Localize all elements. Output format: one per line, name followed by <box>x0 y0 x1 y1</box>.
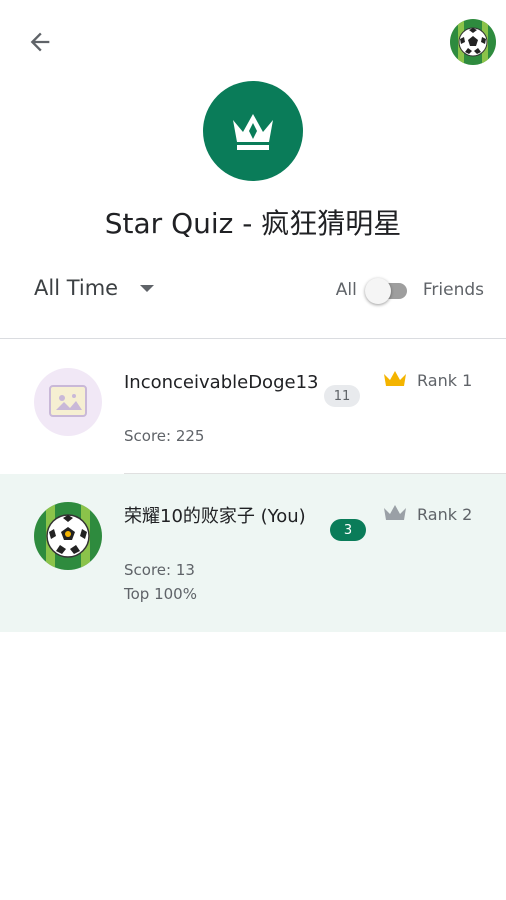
player-name-you: 荣耀10的败家子 (You) <box>124 506 306 527</box>
soccer-ball-avatar <box>34 502 102 570</box>
level-badge: 3 <box>330 519 366 541</box>
back-button[interactable] <box>22 24 58 60</box>
page-title: Star Quiz - 疯狂猜明星 <box>104 207 402 240</box>
soccer-ball-icon <box>34 502 102 570</box>
player-score: Score: 225 <box>124 427 205 445</box>
player-top-percent: Top 100% <box>124 585 197 603</box>
toggle-label-friends: Friends <box>422 280 484 300</box>
toggle-label-all: All <box>335 280 357 300</box>
player-name: InconceivableDoge13 <box>124 372 319 393</box>
silver-crown-icon <box>384 505 406 520</box>
crown-icon <box>233 114 273 150</box>
leaderboard-row[interactable]: InconceivableDoge13 Score: 225 11 Rank 1 <box>0 340 506 473</box>
rank-indicator: Rank 1 <box>383 370 472 390</box>
soccer-ball-avatar-icon <box>450 19 496 65</box>
leaderboard-header-icon <box>203 81 303 181</box>
time-range-dropdown[interactable]: All Time <box>34 276 155 300</box>
profile-avatar-button[interactable] <box>450 19 496 65</box>
all-friends-switch[interactable] <box>364 276 409 304</box>
divider <box>0 338 506 339</box>
player-score: Score: 13 <box>124 561 195 579</box>
level-badge: 11 <box>324 385 360 407</box>
doge-avatar-icon <box>49 385 87 417</box>
dropdown-arrow-icon <box>140 284 155 292</box>
arrow-back-icon <box>30 32 50 52</box>
switch-thumb <box>364 278 391 304</box>
friends-filter-toggle-group: All Friends <box>336 276 484 304</box>
leaderboard-row-you[interactable]: 荣耀10的败家子 (You) Score: 13 Top 100% 3 Rank… <box>0 474 506 632</box>
time-range-label: All Time <box>34 276 119 300</box>
gold-crown-icon <box>384 371 406 386</box>
rank-indicator: Rank 2 <box>383 504 472 524</box>
doge-avatar <box>34 368 102 436</box>
rank-label: Rank 1 <box>417 370 473 390</box>
rank-label: Rank 2 <box>417 504 473 524</box>
top-app-bar <box>0 0 506 80</box>
